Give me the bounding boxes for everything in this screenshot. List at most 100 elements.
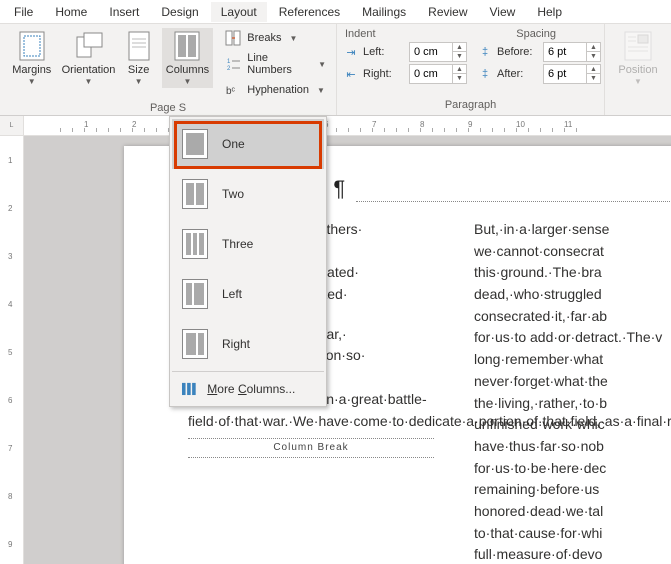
size-icon xyxy=(123,30,155,62)
columns-option-label: Three xyxy=(222,237,253,251)
svg-text:bᶜ: bᶜ xyxy=(226,86,236,97)
tab-file[interactable]: File xyxy=(4,2,43,22)
line-numbers-label: Line Numbers xyxy=(247,52,310,76)
svg-text:1: 1 xyxy=(227,59,231,65)
breaks-icon xyxy=(225,30,241,46)
position-label: Position xyxy=(618,64,657,76)
spacing-after-input[interactable] xyxy=(544,65,586,83)
group-page-setup: Margins ▼ Orientation ▼ Size ▼ xyxy=(0,24,337,115)
indent-right-icon: ⇤ xyxy=(343,68,359,81)
position-button: Position ▼ xyxy=(611,28,665,88)
columns-left-icon xyxy=(182,279,208,309)
indent-left-field[interactable]: ⇥ Left: ▲▼ xyxy=(343,42,467,62)
tab-references[interactable]: References xyxy=(269,2,350,22)
tab-insert[interactable]: Insert xyxy=(99,2,149,22)
columns-three-icon xyxy=(182,229,208,259)
column-2[interactable]: But,·in·a·larger·sense we·cannot·consecr… xyxy=(474,219,671,564)
spacing-before-label: Before: xyxy=(497,46,539,58)
columns-two-icon xyxy=(182,179,208,209)
horizontal-ruler[interactable]: L 1234567891011 xyxy=(0,116,671,136)
spin-up[interactable]: ▲ xyxy=(586,43,600,52)
chevron-down-icon: ▼ xyxy=(85,77,93,86)
spin-down[interactable]: ▼ xyxy=(452,74,466,83)
group-arrange: Position ▼ xyxy=(605,24,671,115)
ribbon: Margins ▼ Orientation ▼ Size ▼ xyxy=(0,24,671,116)
body-text[interactable]: But,·in·a·larger·sense we·cannot·consecr… xyxy=(474,219,671,564)
chevron-down-icon: ▼ xyxy=(634,77,642,86)
line-numbers-button[interactable]: 12 Line Numbers ▼ xyxy=(221,50,330,78)
margins-button[interactable]: Margins ▼ xyxy=(6,28,58,88)
ruler-tab-selector[interactable]: L xyxy=(0,116,24,135)
tab-design[interactable]: Design xyxy=(151,2,208,22)
chevron-down-icon: ▼ xyxy=(290,34,298,43)
columns-option-left[interactable]: Left xyxy=(172,269,324,319)
columns-option-label: Right xyxy=(222,337,250,351)
columns-option-three[interactable]: Three xyxy=(172,219,324,269)
group-paragraph: Indent Spacing ⇥ Left: ▲▼ ⇤ Right: ▲▼ xyxy=(337,24,605,115)
spacing-heading: Spacing xyxy=(516,28,556,40)
spin-up[interactable]: ▲ xyxy=(586,65,600,74)
spacing-after-field[interactable]: ‡ After: ▲▼ xyxy=(477,64,601,84)
size-label: Size xyxy=(128,64,149,76)
tab-view[interactable]: View xyxy=(480,2,526,22)
menu-separator xyxy=(172,371,324,372)
spacing-before-field[interactable]: ‡ Before: ▲▼ xyxy=(477,42,601,62)
spacing-before-input[interactable] xyxy=(544,43,586,61)
breaks-label: Breaks xyxy=(247,32,281,44)
columns-icon xyxy=(171,30,203,62)
spin-down[interactable]: ▼ xyxy=(586,74,600,83)
chevron-down-icon: ▼ xyxy=(135,77,143,86)
spacing-before-icon: ‡ xyxy=(477,46,493,58)
indent-heading: Indent xyxy=(345,28,376,40)
tab-mailings[interactable]: Mailings xyxy=(352,2,416,22)
orientation-label: Orientation xyxy=(62,64,116,76)
columns-dropdown: One Two Three Left Right ▌▌▌ More Column… xyxy=(169,116,327,407)
chevron-down-icon: ▼ xyxy=(317,86,325,95)
spin-down[interactable]: ▼ xyxy=(586,52,600,61)
columns-one-icon xyxy=(182,129,208,159)
tab-home[interactable]: Home xyxy=(45,2,97,22)
indent-left-input[interactable] xyxy=(410,43,452,61)
indent-right-input[interactable] xyxy=(410,65,452,83)
tab-layout[interactable]: Layout xyxy=(211,2,267,22)
vertical-ruler[interactable]: 123456789 xyxy=(0,136,24,564)
svg-text:2: 2 xyxy=(227,66,231,72)
hyphenation-label: Hyphenation xyxy=(247,84,309,96)
section-break-marker: Section Break (Con xyxy=(356,188,671,202)
breaks-button[interactable]: Breaks ▼ xyxy=(221,28,330,48)
orientation-icon xyxy=(73,30,105,62)
tab-review[interactable]: Review xyxy=(418,2,477,22)
chevron-down-icon: ▼ xyxy=(28,77,36,86)
columns-option-two[interactable]: Two xyxy=(172,169,324,219)
spacing-after-icon: ‡ xyxy=(477,68,493,80)
margins-icon xyxy=(16,30,48,62)
columns-button[interactable]: Columns ▼ xyxy=(162,28,214,88)
columns-option-label: Left xyxy=(222,287,242,301)
indent-left-label: Left: xyxy=(363,46,405,58)
columns-label: Columns xyxy=(166,64,209,76)
line-numbers-icon: 12 xyxy=(225,56,241,72)
group-label-page-setup: Page S xyxy=(6,100,330,116)
more-columns-button[interactable]: ▌▌▌ More Columns... xyxy=(172,374,324,404)
columns-option-right[interactable]: Right xyxy=(172,319,324,369)
columns-option-label: Two xyxy=(222,187,244,201)
spin-up[interactable]: ▲ xyxy=(452,43,466,52)
indent-left-icon: ⇥ xyxy=(343,46,359,59)
margins-label: Margins xyxy=(12,64,51,76)
spin-up[interactable]: ▲ xyxy=(452,65,466,74)
tab-help[interactable]: Help xyxy=(527,2,572,22)
columns-option-one[interactable]: One xyxy=(172,119,324,169)
size-button[interactable]: Size ▼ xyxy=(120,28,158,88)
hyphenation-button[interactable]: bᶜ Hyphenation ▼ xyxy=(221,80,330,100)
position-icon xyxy=(622,30,654,62)
orientation-button[interactable]: Orientation ▼ xyxy=(62,28,116,88)
chevron-down-icon: ▼ xyxy=(184,77,192,86)
page-viewport[interactable]: rg·Address· ¶ Section Break (Con even·ye… xyxy=(24,136,671,564)
columns-option-label: One xyxy=(222,137,245,151)
pilcrow-icon: ¶ xyxy=(333,176,345,202)
more-columns-icon: ▌▌▌ xyxy=(182,384,197,395)
column-break-marker: Column Break xyxy=(188,438,434,458)
indent-right-label: Right: xyxy=(363,68,405,80)
indent-right-field[interactable]: ⇤ Right: ▲▼ xyxy=(343,64,467,84)
spin-down[interactable]: ▼ xyxy=(452,52,466,61)
